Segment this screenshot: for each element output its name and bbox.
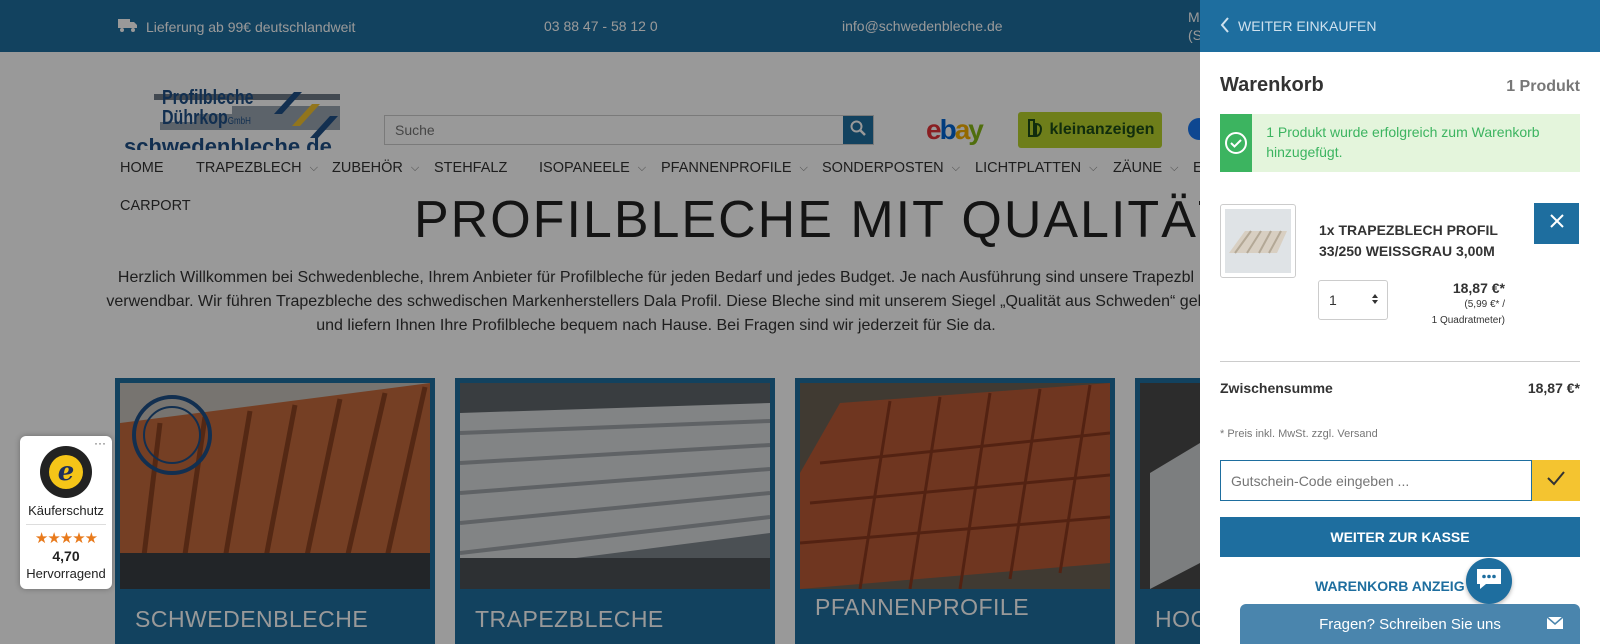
divider [26,524,106,525]
voucher-input[interactable] [1220,460,1532,501]
product-thumbnail[interactable] [1220,204,1296,278]
cart-header: Warenkorb 1 Produkt [1220,74,1580,97]
remove-item-button[interactable] [1534,203,1579,244]
close-icon [1549,213,1565,234]
quantity-value: 1 [1329,292,1337,308]
check-circle-icon [1220,114,1253,172]
continue-shopping-button[interactable]: WEITER EINKAUFEN [1200,0,1600,52]
chat-bar[interactable]: Fragen? Schreiben Sie uns [1240,604,1580,644]
chevron-left-icon [1220,16,1230,36]
envelope-icon [1546,616,1564,634]
subtotal-row: Zwischensumme 18,87 €* [1220,380,1580,396]
trusted-shops-badge[interactable]: ··· e Käuferschutz ★★★★★ 4,70 Hervorrage… [20,436,112,589]
unit-price: (5,99 €* / [1464,299,1505,310]
checkout-button[interactable]: WEITER ZUR KASSE [1220,517,1580,557]
chat-label: Fragen? Schreiben Sie uns [1319,615,1501,633]
success-alert: 1 Produkt wurde erfolgreich zum Warenkor… [1220,114,1580,172]
tax-note: * Preis inkl. MwSt. zzgl. Versand [1220,428,1378,440]
rating-value: 4,70 [52,548,80,564]
checkmark-icon [1546,470,1566,491]
trusted-label: Käuferschutz [28,503,104,518]
voucher-form [1220,460,1580,501]
price-value: 18,87 €* [1452,280,1505,296]
show-cart-link[interactable]: WARENKORB ANZEIG [1315,578,1465,594]
cart-item-count: 1 Produkt [1506,78,1580,95]
voucher-submit-button[interactable] [1532,460,1580,501]
cart-title: Warenkorb [1220,74,1324,96]
rating-verdict: Hervorragend [26,566,106,581]
modal-backdrop[interactable] [0,0,1200,644]
cart-offcanvas: WEITER EINKAUFEN Warenkorb 1 Produkt 1 P… [1200,0,1600,644]
continue-shopping-label: WEITER EINKAUFEN [1238,18,1377,34]
trusted-shops-seal-icon: e [40,446,92,498]
more-options-icon[interactable]: ··· [94,436,106,450]
quantity-select[interactable]: 1 [1318,280,1388,320]
select-arrows-icon [1371,292,1379,308]
subtotal-label: Zwischensumme [1220,380,1333,396]
rating-stars-icon: ★★★★★ [34,530,98,547]
success-message: 1 Produkt wurde erfolgreich zum Warenkor… [1266,124,1540,160]
product-image [1225,209,1291,273]
chat-bubble-button[interactable] [1466,558,1512,604]
divider [1220,361,1580,362]
product-name[interactable]: 1x TRAPEZBLECH PROFIL 33/250 WEISSGRAU 3… [1319,220,1509,262]
chat-icon [1474,566,1504,597]
product-price: 18,87 €* (5,99 €* / 1 Quadratmeter) [1405,280,1505,328]
subtotal-value: 18,87 €* [1527,380,1580,396]
unit-reference: 1 Quadratmeter) [1431,315,1505,326]
